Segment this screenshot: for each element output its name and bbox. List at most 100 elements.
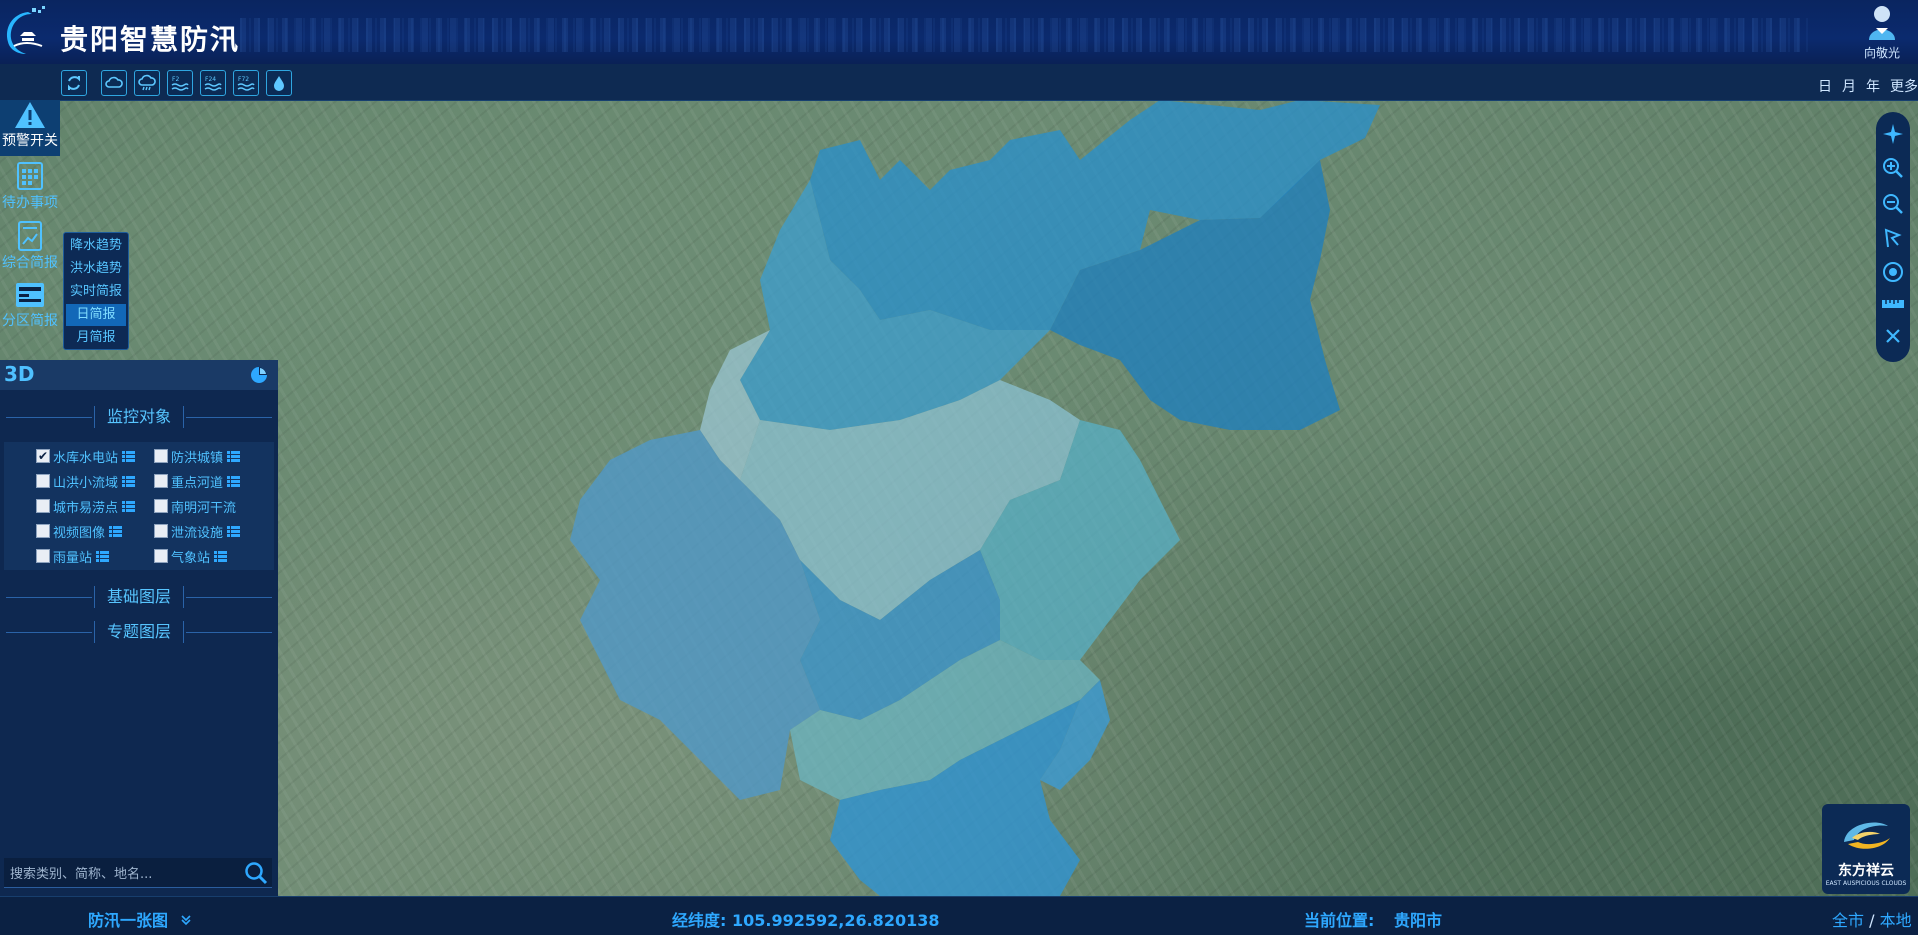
zoom-out-icon[interactable] bbox=[1881, 192, 1905, 216]
brand-logo: 东方祥云 EAST AUSPICIOUS CLOUDS bbox=[1822, 804, 1910, 894]
user-menu[interactable]: 向敬光 bbox=[1856, 4, 1908, 61]
f2-label: F2 bbox=[172, 76, 179, 83]
water-drop-icon bbox=[274, 76, 284, 91]
zoom-in-icon[interactable] bbox=[1881, 156, 1905, 180]
monitor-item-rain-gauge[interactable]: 雨量站 bbox=[36, 546, 110, 566]
sync-button[interactable] bbox=[61, 70, 87, 96]
flyout-item-rain-trend[interactable]: 降水趋势 bbox=[66, 235, 126, 257]
current-location: 当前位置: 贵阳市 bbox=[1304, 907, 1442, 931]
monitor-item-reservoir[interactable]: ✔ 水库水电站 bbox=[36, 446, 136, 466]
close-icon[interactable] bbox=[1881, 324, 1905, 348]
view-selector[interactable]: 防汛一张图 bbox=[88, 907, 192, 931]
left-rail: 预警开关 待办事项 综合简报 分区简报 bbox=[0, 100, 60, 348]
double-chevron-down-icon bbox=[181, 915, 191, 926]
list-icon[interactable] bbox=[109, 525, 123, 537]
list-icon[interactable] bbox=[96, 550, 110, 562]
header-decoration bbox=[240, 18, 1808, 52]
toolbar: F2 F24 F72 日 月 年 更多 bbox=[0, 64, 1918, 101]
map-tools bbox=[1876, 112, 1910, 362]
panel-header: 3D bbox=[0, 360, 278, 390]
f24-wave-button[interactable]: F24 bbox=[200, 70, 226, 96]
monitor-item-nanming-river[interactable]: 南明河干流 bbox=[154, 496, 236, 516]
app-header: 贵阳智慧防汛 向敬光 bbox=[0, 0, 1918, 65]
draw-polygon-icon[interactable] bbox=[1881, 226, 1905, 250]
search-box bbox=[4, 858, 272, 888]
flyout-item-daily[interactable]: 日简报 bbox=[66, 304, 126, 326]
rail-item-warning[interactable]: 预警开关 bbox=[0, 100, 60, 156]
search-input[interactable] bbox=[8, 863, 232, 885]
monitor-list: ✔ 水库水电站 防洪城镇 山洪小流域 重点河道 城市易涝点 南明河干流 视频图像 … bbox=[4, 442, 274, 570]
list-icon[interactable] bbox=[122, 475, 136, 487]
checkbox[interactable] bbox=[154, 524, 168, 538]
checkbox-checked[interactable]: ✔ bbox=[36, 449, 50, 463]
rail-item-zone[interactable]: 分区简报 bbox=[0, 280, 60, 336]
district-regions bbox=[570, 100, 1380, 896]
rail-item-summary[interactable]: 综合简报 bbox=[0, 220, 60, 276]
monitor-item-flood-town[interactable]: 防洪城镇 bbox=[154, 446, 241, 466]
compass-icon[interactable] bbox=[1881, 122, 1905, 146]
search-icon[interactable] bbox=[244, 861, 268, 885]
f72-wave-button[interactable]: F72 bbox=[233, 70, 259, 96]
flyout-item-flood-trend[interactable]: 洪水趋势 bbox=[66, 258, 126, 280]
checkbox[interactable] bbox=[36, 549, 50, 563]
list-icon[interactable] bbox=[214, 550, 228, 562]
f2-wave-icon: F2 bbox=[171, 76, 189, 91]
water-drop-button[interactable] bbox=[266, 70, 292, 96]
map-view[interactable] bbox=[0, 100, 1918, 896]
report-icon bbox=[18, 221, 42, 251]
monitor-item-waterlog[interactable]: 城市易涝点 bbox=[36, 496, 136, 516]
checkbox[interactable] bbox=[154, 499, 168, 513]
location-label: 当前位置: bbox=[1304, 911, 1375, 930]
scope-switch: 全市 / 本地 bbox=[1832, 907, 1912, 931]
checkbox[interactable] bbox=[36, 499, 50, 513]
section-monitor[interactable]: 监控对象 bbox=[0, 406, 278, 428]
rail-item-todo[interactable]: 待办事项 bbox=[0, 160, 60, 216]
list-icon[interactable] bbox=[227, 475, 241, 487]
warning-icon bbox=[15, 102, 45, 128]
section-base-layer[interactable]: 基础图层 bbox=[0, 586, 278, 608]
locate-icon[interactable] bbox=[1881, 260, 1905, 284]
scope-separator: / bbox=[1869, 911, 1875, 930]
rail-label-todo: 待办事项 bbox=[2, 195, 58, 211]
monitor-item-video[interactable]: 视频图像 bbox=[36, 521, 123, 541]
scope-local-link[interactable]: 本地 bbox=[1880, 911, 1912, 930]
list-icon[interactable] bbox=[122, 500, 136, 512]
monitor-item-key-river[interactable]: 重点河道 bbox=[154, 471, 241, 491]
time-year-link[interactable]: 年 bbox=[1866, 76, 1880, 96]
ruler-icon[interactable] bbox=[1881, 292, 1905, 316]
coordinates: 经纬度: 105.992592,26.820138 bbox=[672, 907, 939, 931]
checkbox[interactable] bbox=[154, 549, 168, 563]
rain-cloud-button[interactable] bbox=[134, 70, 160, 96]
pie-chart-icon[interactable] bbox=[250, 366, 268, 384]
list-icon[interactable] bbox=[227, 450, 241, 462]
rail-label-warning: 预警开关 bbox=[2, 133, 58, 149]
checkbox[interactable] bbox=[36, 524, 50, 538]
mode-3d-toggle[interactable]: 3D bbox=[4, 362, 35, 386]
section-theme-layer[interactable]: 专题图层 bbox=[0, 621, 278, 643]
cloud-button[interactable] bbox=[101, 70, 127, 96]
f2-wave-button[interactable]: F2 bbox=[167, 70, 193, 96]
flyout-item-monthly[interactable]: 月简报 bbox=[66, 327, 126, 349]
cloud-icon bbox=[105, 76, 123, 88]
time-more-link[interactable]: 更多 bbox=[1890, 76, 1918, 96]
checkbox[interactable] bbox=[36, 474, 50, 488]
monitor-label: 南明河干流 bbox=[171, 500, 237, 516]
status-bar: 防汛一张图 经纬度: 105.992592,26.820138 当前位置: 贵阳… bbox=[0, 896, 1918, 935]
zone-report-icon bbox=[16, 283, 44, 307]
time-month-link[interactable]: 月 bbox=[1842, 76, 1856, 96]
rail-label-zone: 分区简报 bbox=[2, 313, 58, 329]
list-icon[interactable] bbox=[227, 525, 241, 537]
app-logo-icon bbox=[6, 6, 45, 54]
checkbox[interactable] bbox=[154, 474, 168, 488]
scope-all-link[interactable]: 全市 bbox=[1832, 911, 1864, 930]
monitor-item-mountain-flood[interactable]: 山洪小流域 bbox=[36, 471, 136, 491]
checkbox[interactable] bbox=[154, 449, 168, 463]
monitor-label: 气象站 bbox=[171, 550, 211, 566]
monitor-item-discharge[interactable]: 泄流设施 bbox=[154, 521, 241, 541]
list-icon[interactable] bbox=[122, 450, 136, 462]
brand-logo-icon bbox=[1844, 822, 1890, 849]
flyout-item-realtime[interactable]: 实时简报 bbox=[66, 281, 126, 303]
time-day-link[interactable]: 日 bbox=[1818, 76, 1832, 96]
monitor-item-weather[interactable]: 气象站 bbox=[154, 546, 228, 566]
monitor-label: 雨量站 bbox=[53, 550, 93, 566]
